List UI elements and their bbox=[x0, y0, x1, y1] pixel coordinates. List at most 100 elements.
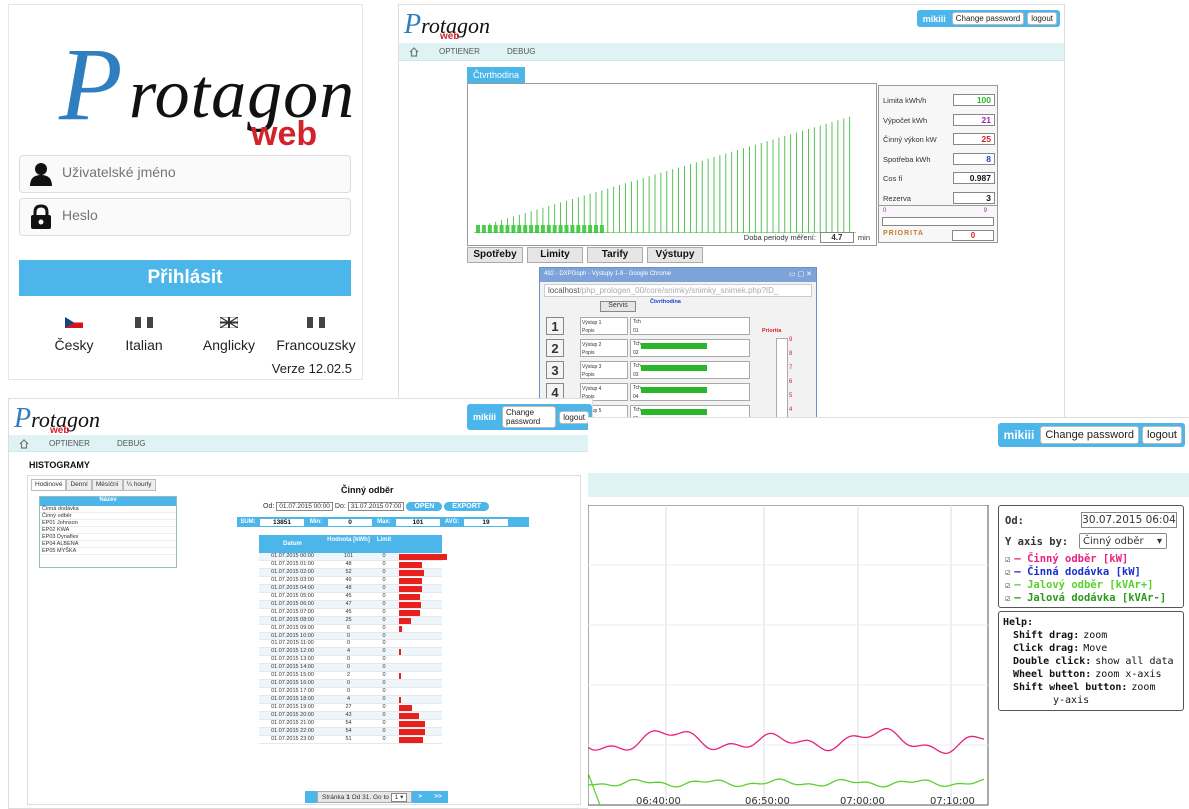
series-toggle[interactable]: ☑ — Jalová dodávka [kVAr-] bbox=[1005, 592, 1166, 604]
servis-button[interactable]: Servis bbox=[600, 301, 636, 312]
help-key: Shift wheel button: bbox=[1013, 682, 1128, 693]
cell-date: 01.07.2015 03:00 bbox=[271, 576, 314, 583]
nav-optiener[interactable]: OPTIENER bbox=[49, 439, 90, 448]
nav-optiener[interactable]: OPTIENER bbox=[439, 47, 480, 56]
popup-title: 492 - DXPGoph - Výstupy 1-8 - Google Chr… bbox=[544, 271, 672, 277]
cell-value: 54 bbox=[345, 720, 352, 727]
navbar: OPTIENER DEBUG bbox=[9, 435, 592, 452]
checkbox-icon[interactable]: ☑ bbox=[1005, 581, 1010, 591]
window-controls-icon[interactable]: ▭ ▢ ✕ bbox=[789, 270, 812, 278]
vystupy-button[interactable]: Výstupy bbox=[647, 247, 703, 263]
to-date-input[interactable]: 31.07.2015 07:00 bbox=[347, 502, 405, 511]
list-item[interactable]: Činný odběr bbox=[40, 513, 176, 520]
output-row[interactable]: 3 Výstup 3 Popis Tch 03 bbox=[546, 361, 751, 381]
user-icon bbox=[30, 163, 52, 186]
help-line: Wheel button: zoom x-axis bbox=[1013, 669, 1162, 680]
prio-scale-label: 5 bbox=[789, 393, 793, 399]
stat-label: Výpočet kWh bbox=[883, 115, 928, 125]
output-row[interactable]: 1 Výstup 1 Popis Tch 01 bbox=[546, 317, 751, 337]
spotreby-button[interactable]: Spotřeby bbox=[467, 247, 523, 263]
series-toggle[interactable]: ☑ — Činná dodávka [kW] bbox=[1005, 566, 1141, 578]
prio-scale-label: 7 bbox=[789, 365, 793, 371]
value-bar bbox=[399, 585, 422, 592]
nav-band bbox=[588, 473, 1189, 497]
from-date-input[interactable]: 30.07.2015 06:04 bbox=[1081, 512, 1177, 528]
popup-url-bar[interactable]: localhost/php_prologen_00/core/snimky/sn… bbox=[544, 284, 812, 297]
from-date-input[interactable]: 01.07.2015 00:00 bbox=[276, 502, 333, 511]
nav-debug[interactable]: DEBUG bbox=[507, 47, 535, 56]
change-password-button[interactable]: Change password bbox=[951, 12, 1025, 25]
username-input[interactable] bbox=[62, 164, 342, 180]
cell-value: 4 bbox=[346, 696, 351, 703]
priority-panel: 0 9 PRIORITA 0 bbox=[878, 205, 998, 243]
list-item[interactable]: EP02 KWA bbox=[40, 527, 176, 534]
x-tick: 06:50:00 bbox=[745, 796, 790, 807]
home-icon[interactable] bbox=[409, 47, 419, 57]
password-field[interactable] bbox=[19, 198, 351, 236]
tab-mesicni[interactable]: Měsíční bbox=[91, 479, 123, 491]
period-row: Doba periody měření: 4.7 min bbox=[744, 232, 870, 243]
checkbox-icon[interactable]: ☑ bbox=[1005, 555, 1010, 565]
series-toggle[interactable]: ☑ — Činný odběr [kW] bbox=[1005, 553, 1128, 565]
cell-date: 01.07.2015 14:00 bbox=[271, 664, 314, 671]
cell-date: 01.07.2015 02:00 bbox=[271, 568, 314, 575]
list-item[interactable]: EP03 Dynaflex bbox=[40, 534, 176, 541]
next-page-button[interactable]: > bbox=[412, 791, 429, 803]
logo-web: web bbox=[440, 31, 460, 42]
logout-button[interactable]: logout bbox=[1142, 426, 1182, 444]
logout-button[interactable]: logout bbox=[559, 410, 589, 424]
password-input[interactable] bbox=[62, 207, 342, 223]
last-page-button[interactable]: >> bbox=[428, 791, 448, 803]
table-row: 01.07.2015 22:00 54 0 bbox=[259, 727, 442, 736]
change-password-button[interactable]: Change password bbox=[1040, 426, 1140, 444]
cell-limit: 0 bbox=[382, 600, 386, 607]
output-desc: Popis bbox=[582, 328, 595, 334]
sum-label: SUM: bbox=[240, 519, 256, 525]
line-chart[interactable] bbox=[588, 505, 990, 808]
lang-czech[interactable]: Česky bbox=[34, 317, 114, 353]
checkbox-icon[interactable]: ☑ bbox=[1005, 594, 1010, 604]
checkbox-icon[interactable]: ☑ bbox=[1005, 568, 1010, 578]
limity-button[interactable]: Limity bbox=[527, 247, 583, 263]
cell-limit: 0 bbox=[382, 688, 386, 695]
list-item[interactable]: Činná dodávka bbox=[40, 506, 176, 513]
goto-page-select[interactable]: 1 ▾ bbox=[390, 793, 408, 802]
table-row: 01.07.2015 05:00 45 0 bbox=[259, 593, 442, 601]
table-row: 01.07.2015 09:00 6 0 bbox=[259, 625, 442, 633]
value-bar bbox=[399, 625, 402, 632]
yaxis-select[interactable]: Činný odběr ▾ bbox=[1079, 533, 1167, 549]
protagon-logo-small: Protagon web bbox=[14, 403, 100, 436]
tab-hodinove[interactable]: Hodinové bbox=[31, 479, 67, 491]
cell-bar bbox=[397, 656, 442, 663]
lang-english[interactable]: Anglicky bbox=[189, 316, 269, 353]
dashboard-panel: Protagon web mikiii Change password logo… bbox=[398, 4, 1065, 420]
output-name: Výstup 4 bbox=[582, 386, 602, 392]
change-password-button[interactable]: Change password bbox=[502, 406, 557, 428]
lang-italian[interactable]: Italian bbox=[104, 317, 184, 353]
home-icon[interactable] bbox=[19, 439, 29, 449]
logout-button[interactable]: logout bbox=[1027, 12, 1057, 25]
login-button[interactable]: Přihlásit bbox=[19, 260, 351, 296]
export-button[interactable]: EXPORT bbox=[444, 502, 490, 511]
table-row: 01.07.2015 00:00 101 0 bbox=[259, 553, 447, 561]
names-list: Název Činná dodávka Činný odběr EP01 Johns… bbox=[39, 496, 177, 568]
open-button[interactable]: OPEN bbox=[406, 502, 443, 511]
priority-scale: 9 8 7 6 5 4 bbox=[776, 337, 792, 419]
output-row[interactable]: 2 Výstup 2 Popis Tch 02 bbox=[546, 339, 751, 359]
lang-french[interactable]: Francouzsky bbox=[271, 317, 361, 353]
stat-label: Limita kWh/h bbox=[883, 96, 927, 105]
tab-ctvrthodina[interactable]: Čtvrthodina bbox=[467, 67, 526, 83]
username-field[interactable] bbox=[19, 155, 351, 193]
list-item[interactable]: EP01 Johnson bbox=[40, 520, 176, 527]
tab-denni[interactable]: Denní bbox=[66, 479, 92, 491]
nav-debug[interactable]: DEBUG bbox=[117, 439, 145, 448]
cell-value: 4 bbox=[346, 648, 351, 655]
tab-quarter-hourly[interactable]: ¼ hourly bbox=[122, 479, 156, 491]
series-toggle[interactable]: ☑ — Jalový odběr [kVAr+] bbox=[1005, 579, 1154, 591]
tarify-button[interactable]: Tarify bbox=[587, 247, 643, 263]
table-row: 01.07.2015 20:00 43 0 bbox=[259, 712, 442, 721]
stat-row: Rezerva 3 bbox=[883, 191, 995, 204]
help-line: Double click: show all data bbox=[1013, 656, 1174, 667]
list-item[interactable]: EP04 ALBENA bbox=[40, 541, 176, 548]
list-item[interactable]: EP05 MYŠKA bbox=[40, 548, 176, 555]
